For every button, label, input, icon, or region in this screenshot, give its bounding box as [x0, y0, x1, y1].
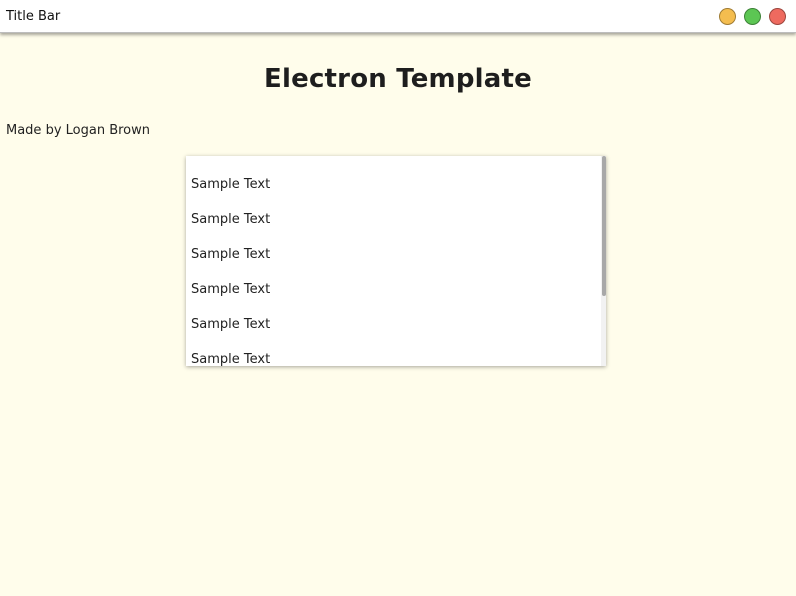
list-item: Sample Text [191, 352, 271, 366]
window-controls [719, 8, 786, 25]
maximize-button[interactable] [744, 8, 761, 25]
window-title: Title Bar [6, 8, 61, 24]
list-item: Sample Text [191, 282, 271, 297]
list-item: Sample Text [191, 317, 271, 332]
minimize-button[interactable] [719, 8, 736, 25]
page-title: Electron Template [264, 64, 532, 94]
list-item: Sample Text [191, 212, 271, 227]
sample-list-content: Sample Text Sample Text Sample Text Samp… [186, 156, 606, 366]
close-button[interactable] [769, 8, 786, 25]
list-scrollbar[interactable] [601, 156, 606, 366]
title-bar[interactable]: Title Bar [0, 0, 796, 33]
author-credit: Made by Logan Brown [6, 123, 151, 138]
sample-list[interactable]: Sample Text Sample Text Sample Text Samp… [186, 156, 606, 366]
scrollbar-thumb[interactable] [602, 156, 606, 296]
list-item: Sample Text [191, 177, 271, 192]
list-item: Sample Text [191, 247, 271, 262]
